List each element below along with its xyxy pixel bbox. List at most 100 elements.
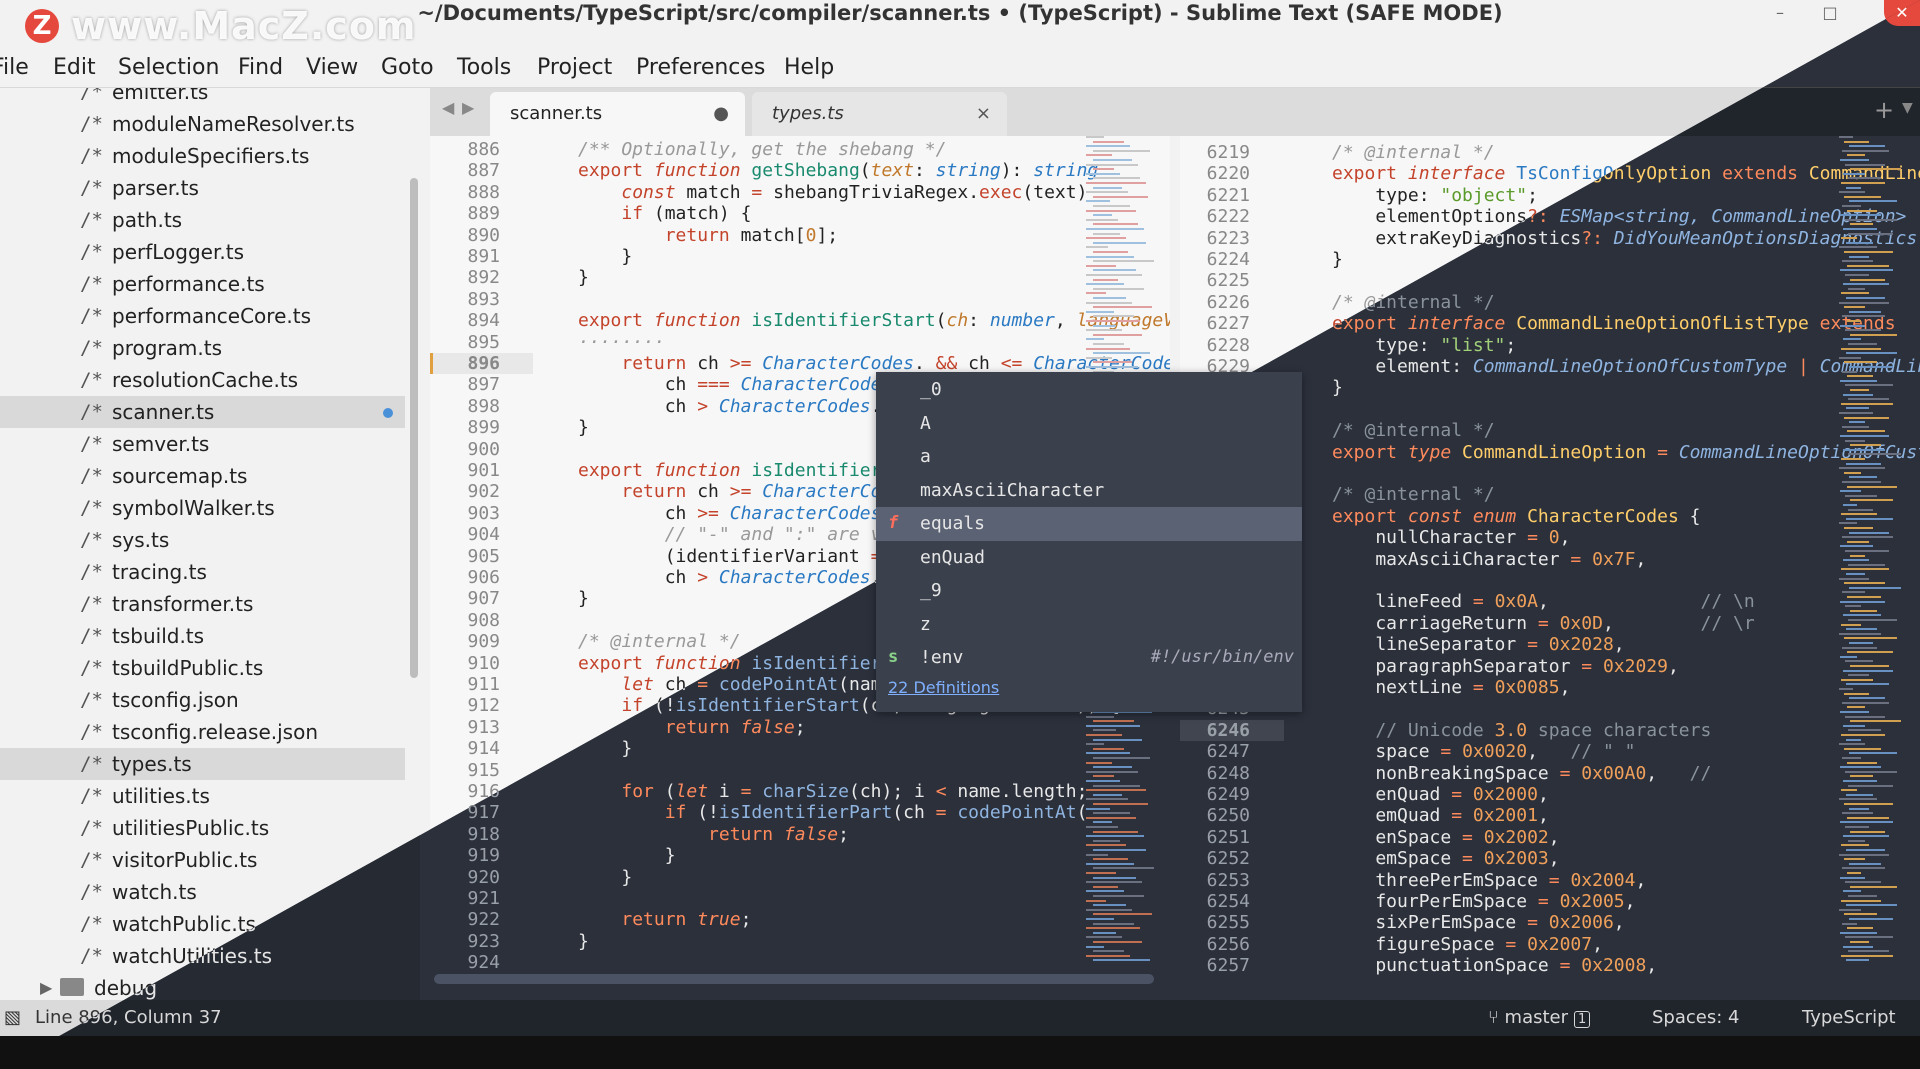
sidebar-file[interactable]: /* moduleNameResolver.ts [0,108,405,140]
code-line[interactable]: if (match) { [578,203,751,224]
sidebar-file[interactable]: /* semver.ts [0,428,405,460]
sidebar-file[interactable]: /* utilitiesPublic.ts [0,812,405,844]
menu-help[interactable]: Help [784,49,834,87]
sidebar-file[interactable]: /* path.ts [0,204,405,236]
unsaved-indicator-icon[interactable]: ● [713,92,729,136]
sidebar-file[interactable]: /* tsconfig.json [0,684,405,716]
sidebar-file[interactable]: /* tsconfig.release.json [0,716,405,748]
sidebar-file[interactable]: /* types.ts [0,748,405,780]
code-line[interactable]: export type CommandLineOption = CommandL… [1332,442,1920,463]
code-line[interactable]: } [578,267,589,288]
sidebar-file[interactable]: /* performanceCore.ts [0,300,405,332]
sidebar-file[interactable]: /* sourcemap.ts [0,460,405,492]
sidebar-file[interactable]: /* tsbuildPublic.ts [0,652,405,684]
autocomplete-item[interactable]: z [876,608,1302,642]
sidebar-file[interactable]: /* moduleSpecifiers.ts [0,140,405,172]
code-line[interactable]: nonBreakingSpace = 0x00A0, // [1332,763,1711,784]
autocomplete-item[interactable]: a [876,440,1302,474]
menu-view[interactable]: View [306,49,358,87]
autocomplete-item[interactable]: f equals [876,507,1302,541]
sidebar-file[interactable]: /* tracing.ts [0,556,405,588]
code-line[interactable]: emSpace = 0x2003, [1332,848,1559,869]
menu-file[interactable]: File [0,49,29,87]
code-line[interactable]: type: "object"; [1332,185,1538,206]
panel-toggle-icon[interactable]: ▧ [4,1000,21,1036]
code-line[interactable]: if (!isIdentifierPart(ch = codePointAt( [578,802,1088,823]
code-line[interactable]: // Unicode 3.0 space characters [1332,720,1711,741]
code-line[interactable]: export interface CommandLineOptionOfList… [1332,313,1896,334]
maximize-button[interactable]: □ [1810,0,1850,26]
tab-scanner-ts[interactable]: scanner.ts ● [490,92,745,136]
definitions-link[interactable]: 22 Definitions [888,678,999,697]
code-line[interactable]: ch === CharacterCodes._$ [578,374,925,395]
code-line[interactable]: ch >= CharacterCodes.a [578,503,903,524]
menu-goto[interactable]: Goto [381,49,434,87]
tab-close-icon[interactable]: × [976,92,991,136]
sidebar-file[interactable]: /* emitter.ts [0,88,405,108]
autocomplete-item[interactable]: _0 [876,373,1302,407]
tab-types-ts[interactable]: types.ts × [752,92,1007,136]
code-line[interactable]: type: "list"; [1332,335,1516,356]
code-line[interactable]: return false; [578,824,849,845]
sidebar-file[interactable]: /* utilities.ts [0,780,405,812]
autocomplete-item[interactable]: _9 [876,574,1302,608]
sidebar-file[interactable]: /* tsbuild.ts [0,620,405,652]
code-line[interactable]: carriageReturn = 0x0D, // \r [1332,613,1754,634]
code-line[interactable]: } [578,931,589,952]
new-tab-icon[interactable]: + [1874,96,1894,124]
code-line[interactable]: emQuad = 0x2001, [1332,805,1548,826]
left-horizontal-scrollbar[interactable] [434,974,1154,984]
code-line[interactable]: fourPerEmSpace = 0x2005, [1332,891,1635,912]
code-line[interactable]: const match = shebangTriviaRegex.exec(te… [578,182,1087,203]
autocomplete-item[interactable]: enQuad [876,541,1302,575]
sidebar-scrollbar[interactable] [410,178,418,678]
autocomplete-popup[interactable]: 22 Definitions _0 Aa maxAsciiCharacter f equ… [876,372,1302,712]
sidebar-file[interactable]: /* resolutionCache.ts [0,364,405,396]
code-line[interactable]: for (let i = charSize(ch); i < name.leng… [578,781,1087,802]
code-line[interactable]: /* @internal */ [1332,142,1495,163]
git-branch[interactable]: ⑂ master 1 [1488,1000,1591,1036]
code-line[interactable]: } [1332,249,1343,270]
code-line[interactable]: threePerEmSpace = 0x2004, [1332,870,1646,891]
disclosure-triangle-icon[interactable]: ▶ [40,972,52,1000]
code-line[interactable]: enQuad = 0x2000, [1332,784,1548,805]
menu-tools[interactable]: Tools [457,49,511,87]
autocomplete-item[interactable]: s !env #!/usr/bin/env [876,641,1302,675]
code-line[interactable]: export const enum CharacterCodes { [1332,506,1700,527]
minimap-right[interactable] [1835,136,1915,976]
code-line[interactable]: /* @internal */ [1332,420,1495,441]
sidebar-file[interactable]: /* performance.ts [0,268,405,300]
menu-project[interactable]: Project [537,49,612,87]
autocomplete-item[interactable]: A [876,407,1302,441]
sidebar-file[interactable]: /* scanner.ts [0,396,405,428]
tab-menu-icon[interactable]: ▼ [1902,100,1913,116]
sidebar-file[interactable]: /* sys.ts [0,524,405,556]
menu-preferences[interactable]: Preferences [636,49,765,87]
code-line[interactable]: /** Optionally, get the shebang */ [578,139,946,160]
code-line[interactable]: lineFeed = 0x0A, // \n [1332,591,1754,612]
code-line[interactable]: sixPerEmSpace = 0x2006, [1332,912,1624,933]
code-line[interactable]: return true; [578,909,751,930]
code-line[interactable]: /* @internal */ [578,631,741,652]
code-line[interactable]: figureSpace = 0x2007, [1332,934,1603,955]
menu-edit[interactable]: Edit [53,49,96,87]
code-line[interactable]: paragraphSeparator = 0x2029, [1332,656,1678,677]
code-line[interactable]: } [578,246,632,267]
code-line[interactable]: /* @internal */ [1332,484,1495,505]
sidebar-file[interactable]: /* transformer.ts [0,588,405,620]
code-line[interactable]: } [578,417,589,438]
code-line[interactable]: lineSeparator = 0x2028, [1332,634,1624,655]
menu-find[interactable]: Find [238,49,283,87]
sidebar-file[interactable]: /* visitorPublic.ts [0,844,405,876]
code-line[interactable]: } [1332,377,1343,398]
code-line[interactable]: return match[0]; [578,225,838,246]
code-line[interactable]: punctuationSpace = 0x2008, [1332,955,1657,976]
code-line[interactable]: } [578,588,589,609]
code-line[interactable]: ········ [578,332,665,353]
code-line[interactable]: element: CommandLineOptionOfCustomType |… [1332,356,1920,377]
code-line[interactable]: space = 0x0020, // " " [1332,741,1635,762]
menu-selection[interactable]: Selection [118,49,219,87]
code-line[interactable]: } [578,867,632,888]
sidebar-file[interactable]: /* program.ts [0,332,405,364]
tab-back-icon[interactable]: ◀ [442,98,454,117]
